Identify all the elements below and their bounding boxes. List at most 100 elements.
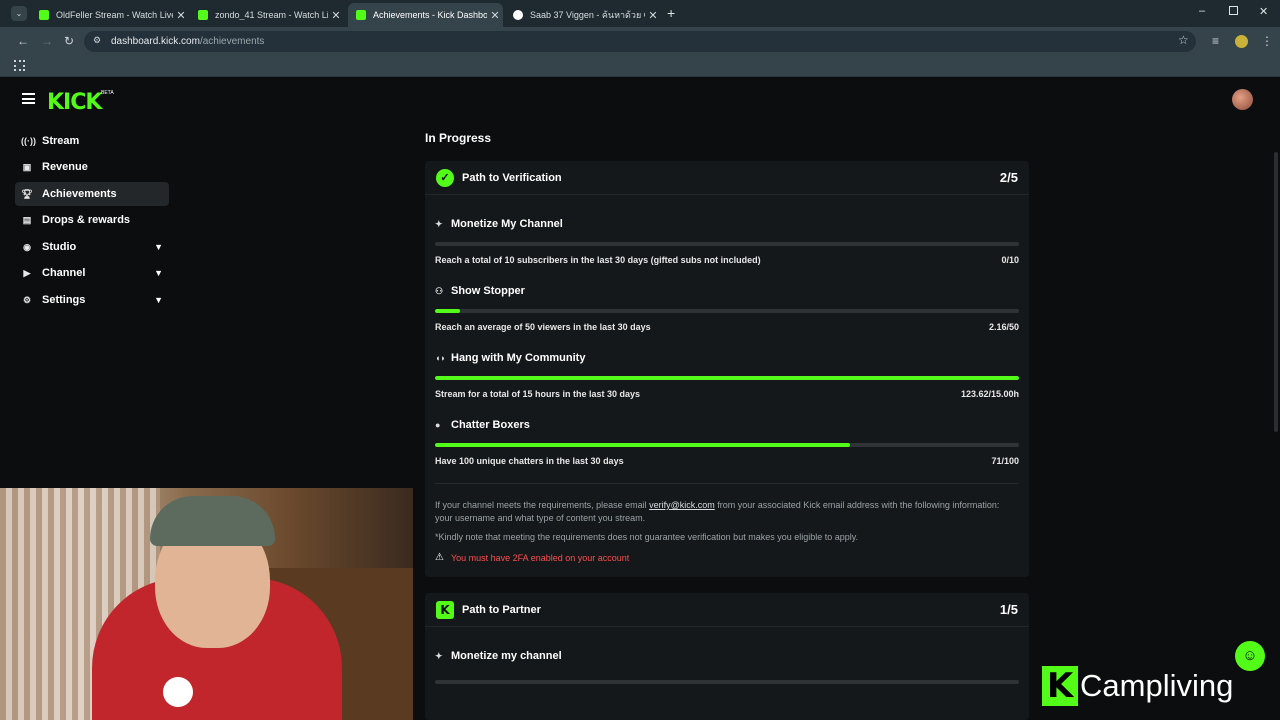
broadcast-icon: ◖◗: [435, 353, 446, 363]
achievement-description: Reach a total of 10 subscribers in the l…: [435, 255, 761, 265]
sidebar-item-revenue[interactable]: ▣ Revenue: [15, 155, 169, 179]
progress-fill: [435, 443, 850, 447]
achievement-title: ✦ Monetize my channel: [435, 650, 562, 662]
progress-fill: [435, 309, 461, 313]
card-title: Path to Partner: [462, 604, 541, 616]
profile-icon[interactable]: [1235, 35, 1248, 48]
close-window-button[interactable]: ✕: [1259, 5, 1268, 18]
sidebar-item-channel[interactable]: ▶ Channel ▼: [15, 261, 169, 285]
browser-tab[interactable]: zondo_41 Stream - Watch Live ✕: [190, 3, 344, 27]
kick-badge-icon: K: [436, 601, 454, 619]
sidebar-item-stream[interactable]: ((·)) Stream: [15, 129, 169, 153]
progress-bar: [435, 309, 1019, 313]
tab-title: OldFeller Stream - Watch Live o: [56, 10, 173, 20]
achievement-title: ● Chatter Boxers: [435, 419, 530, 431]
media-icon[interactable]: ≡: [1212, 34, 1219, 48]
kick-logo[interactable]: KICK: [47, 90, 102, 115]
achievement-title-text: Monetize my channel: [451, 650, 562, 662]
more-menu-icon[interactable]: ⋮: [1261, 34, 1273, 48]
browser-tab-bar: ⌄ OldFeller Stream - Watch Live o ✕ zond…: [0, 0, 1280, 27]
streamer-headset: [150, 496, 275, 546]
partner-card: K Path to Partner 1/5 ✦ Monetize my chann…: [425, 593, 1029, 720]
chevron-down-icon[interactable]: ▼: [154, 242, 163, 252]
user-avatar[interactable]: [1232, 89, 1253, 110]
achievement-progress: 0/10: [1001, 255, 1019, 265]
achievement-progress: 2.16/50: [988, 322, 1019, 332]
card-title: Path to Verification: [462, 172, 562, 184]
kick-icon: [39, 10, 49, 20]
achievement-title: ◖◗ Hang with My Community: [435, 352, 585, 364]
apps-grid-icon[interactable]: [14, 60, 25, 71]
studio-icon: ◉: [23, 241, 31, 252]
beta-badge: BETA: [101, 90, 114, 96]
viewers-icon: ⚇: [435, 285, 444, 296]
verify-email-link[interactable]: verify@kick.com: [649, 500, 715, 510]
achievement-title-text: Chatter Boxers: [451, 419, 530, 431]
close-icon[interactable]: ✕: [645, 9, 661, 22]
bookmarks-bar: [0, 56, 1280, 77]
sidebar-item-drops[interactable]: ▤ Drops & rewards: [15, 208, 169, 232]
gift-icon: ▤: [22, 214, 32, 225]
card-count: 2/5: [999, 170, 1018, 185]
new-tab-button[interactable]: +: [667, 5, 675, 21]
stream-icon: ((·)): [21, 136, 36, 146]
campliving-watermark: K Campliving: [1042, 666, 1233, 706]
back-icon[interactable]: ←: [17, 34, 29, 48]
help-chat-icon[interactable]: ☺: [1235, 641, 1265, 671]
progress-bar: [435, 443, 1019, 447]
bookmark-star-icon[interactable]: ☆: [1178, 33, 1189, 47]
card-header[interactable]: ✓ Path to Verification 2/5: [425, 161, 1029, 195]
url-path: /achievements: [199, 36, 265, 47]
kick-icon: [198, 10, 208, 20]
chevron-down-icon[interactable]: ▼: [154, 268, 163, 278]
gear-icon: ⚙: [22, 294, 32, 305]
section-title: In Progress: [425, 131, 492, 145]
achievement-title-text: Hang with My Community: [451, 352, 586, 364]
forward-icon[interactable]: →: [41, 34, 53, 48]
kick-icon: [356, 10, 366, 20]
progress-bar: [435, 242, 1019, 246]
sidebar-item-label: Channel: [42, 267, 86, 279]
achievement-description: Reach an average of 50 viewers in the la…: [435, 322, 651, 332]
sparkle-icon: ✦: [435, 650, 443, 661]
achievement-title: ⚇ Show Stopper: [435, 285, 525, 297]
card-header[interactable]: K Path to Partner 1/5: [425, 593, 1029, 627]
chevron-down-icon[interactable]: ▼: [154, 295, 163, 305]
channel-icon: ▶: [23, 267, 31, 278]
sidebar-item-label: Revenue: [42, 161, 88, 173]
sidebar-item-studio[interactable]: ◉ Studio ▼: [15, 235, 169, 259]
minimize-button[interactable]: –: [1199, 5, 1205, 17]
warning-text: You must have 2FA enabled on your accoun…: [450, 552, 630, 563]
browser-tab[interactable]: Saab 37 Viggen - ค้นหาด้วย Goo ✕: [505, 3, 661, 27]
tab-search-button[interactable]: ⌄: [11, 6, 27, 21]
sidebar-item-achievements[interactable]: 🏆︎ Achievements: [15, 182, 169, 206]
progress-bar: [435, 680, 1019, 684]
progress-fill: [435, 376, 1019, 380]
achievement-title-text: Show Stopper: [451, 285, 525, 297]
sidebar-item-label: Drops & rewards: [42, 214, 131, 226]
scrollbar[interactable]: [1274, 152, 1278, 432]
close-icon[interactable]: ✕: [328, 9, 344, 22]
tab-title: Achievements - Kick Dashboard: [373, 10, 487, 20]
url-host: dashboard.kick.com: [111, 36, 200, 47]
achievement-title: ✦ Monetize My Channel: [435, 218, 563, 230]
browser-tab-active[interactable]: Achievements - Kick Dashboard ✕: [348, 3, 503, 27]
sidebar-item-label: Settings: [42, 294, 86, 306]
hamburger-menu-icon[interactable]: [22, 93, 35, 104]
verified-badge-icon: ✓: [436, 169, 454, 187]
maximize-button[interactable]: [1229, 6, 1238, 15]
site-info-icon[interactable]: ⚙: [93, 35, 101, 46]
trophy-icon: 🏆︎: [21, 188, 33, 199]
sidebar-item-settings[interactable]: ⚙ Settings ▼: [15, 288, 169, 312]
progress-bar: [435, 376, 1019, 380]
address-bar[interactable]: dashboard.kick.com/achievements: [84, 31, 1196, 52]
revenue-icon: ▣: [22, 161, 32, 172]
close-icon[interactable]: ✕: [487, 9, 503, 22]
divider: [435, 483, 1019, 484]
close-icon[interactable]: ✕: [173, 9, 189, 22]
reload-icon[interactable]: ↻: [64, 34, 74, 48]
verification-card: ✓ Path to Verification 2/5 ✦ Monetize My …: [425, 161, 1029, 577]
achievement-progress: 123.62/15.00h: [960, 389, 1019, 399]
browser-tab[interactable]: OldFeller Stream - Watch Live o ✕: [31, 3, 189, 27]
sidebar-item-label: Studio: [42, 241, 77, 253]
